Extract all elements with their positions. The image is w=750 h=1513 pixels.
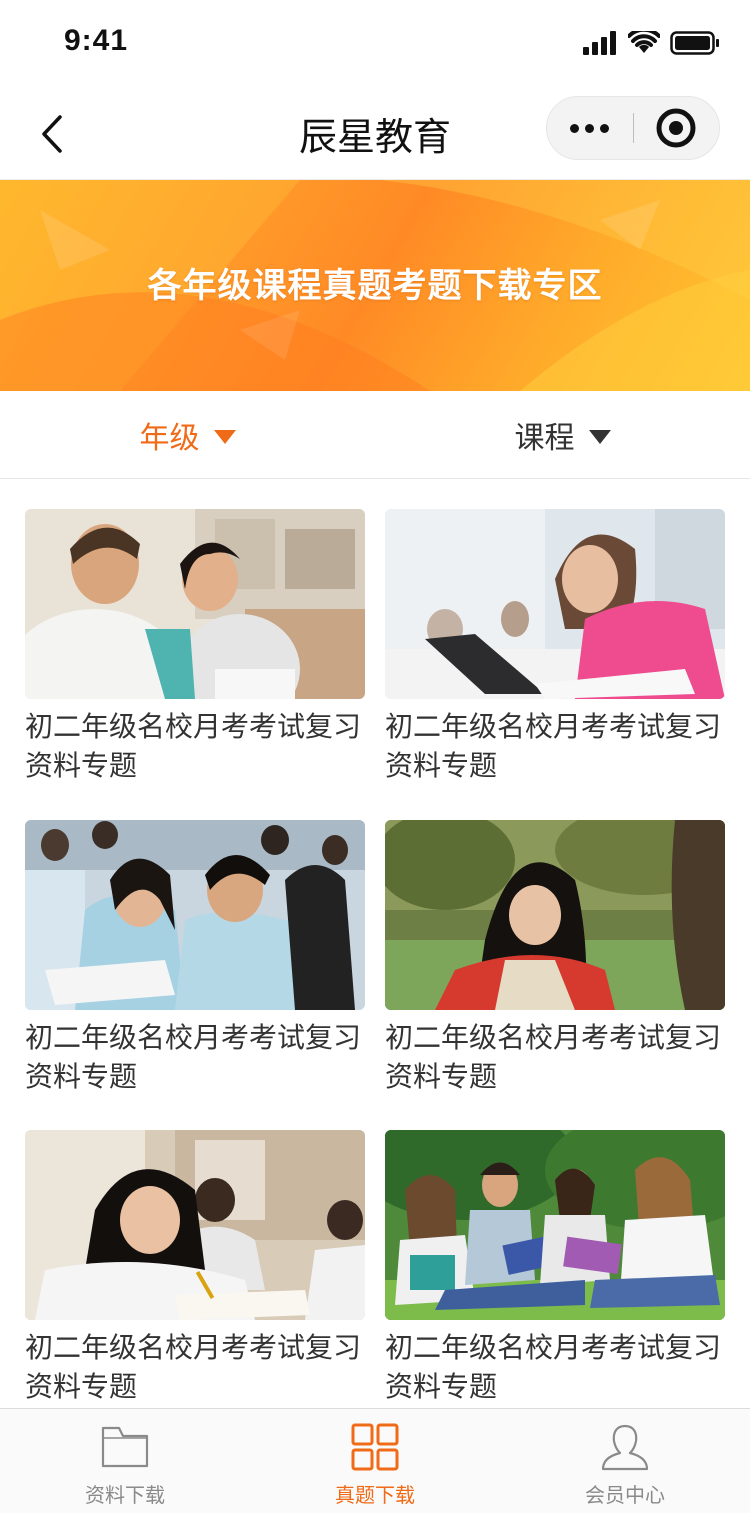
- group-grass-photo: [385, 1130, 725, 1320]
- status-icons: [582, 30, 720, 56]
- material-card[interactable]: 初二年级名校月考考试复习资料专题: [385, 1130, 725, 1406]
- girl-outdoor-photo: [385, 820, 725, 1010]
- tab-materials-label: 资料下载: [85, 1483, 165, 1507]
- material-card[interactable]: 初二年级名校月考考试复习资料专题: [25, 820, 365, 1096]
- close-button[interactable]: [634, 96, 720, 160]
- more-dots-icon: [570, 123, 580, 133]
- more-button[interactable]: [547, 96, 633, 160]
- girl-writing-photo: [25, 1130, 365, 1320]
- tab-member[interactable]: 会员中心: [500, 1409, 750, 1513]
- target-close-icon: [656, 108, 696, 148]
- signal-icon: [583, 31, 616, 55]
- grade-filter[interactable]: 年级: [0, 391, 375, 478]
- tab-materials[interactable]: 资料下载: [0, 1409, 250, 1513]
- tab-bar: 资料下载 真题下载 会员中心: [0, 1408, 750, 1513]
- user-icon: [601, 1424, 649, 1471]
- material-card[interactable]: 初二年级名校月考考试复习资料专题: [25, 509, 365, 785]
- material-card[interactable]: 初二年级名校月考考试复习资料专题: [385, 509, 725, 785]
- material-card[interactable]: 初二年级名校月考考试复习资料专题: [385, 820, 725, 1096]
- material-card[interactable]: 初二年级名校月考考试复习资料专题: [25, 1130, 365, 1406]
- course-filter[interactable]: 课程: [375, 391, 750, 478]
- folder-icon: [101, 1426, 149, 1468]
- tab-exams[interactable]: 真题下载: [250, 1409, 500, 1513]
- tab-member-label: 会员中心: [585, 1483, 665, 1507]
- nav-bar: 辰星教育: [0, 88, 750, 180]
- material-card-title: 初二年级名校月考考试复习资料专题: [385, 1021, 722, 1093]
- course-filter-label: 课程: [514, 420, 575, 456]
- banner-title: 各年级课程真题考题下载专区: [147, 266, 603, 306]
- grid-icon: [351, 1423, 399, 1471]
- material-card-title: 初二年级名校月考考试复习资料专题: [25, 710, 362, 782]
- caret-down-icon: [213, 429, 236, 444]
- tab-exams-label: 真题下载: [335, 1483, 415, 1507]
- girl-laptop-photo: [385, 509, 725, 699]
- filter-bar: 年级 课程: [0, 391, 750, 479]
- material-card-title: 初二年级名校月考考试复习资料专题: [25, 1021, 362, 1093]
- material-card-title: 初二年级名校月考考试复习资料专题: [385, 1331, 722, 1403]
- caret-down-icon: [588, 429, 611, 444]
- grade-filter-label: 年级: [139, 420, 200, 456]
- mini-program-capsule: [546, 96, 720, 160]
- tutor-student-photo: [25, 509, 365, 699]
- battery-icon: [670, 31, 719, 55]
- material-card-title: 初二年级名校月考考试复习资料专题: [25, 1331, 362, 1403]
- status-time: 9:41: [64, 24, 129, 57]
- classroom-students-photo: [25, 820, 365, 1010]
- material-card-title: 初二年级名校月考考试复习资料专题: [385, 710, 722, 782]
- banner[interactable]: 各年级课程真题考题下载专区: [0, 180, 750, 391]
- status-bar: 9:41: [0, 0, 750, 88]
- wifi-icon: [628, 31, 660, 53]
